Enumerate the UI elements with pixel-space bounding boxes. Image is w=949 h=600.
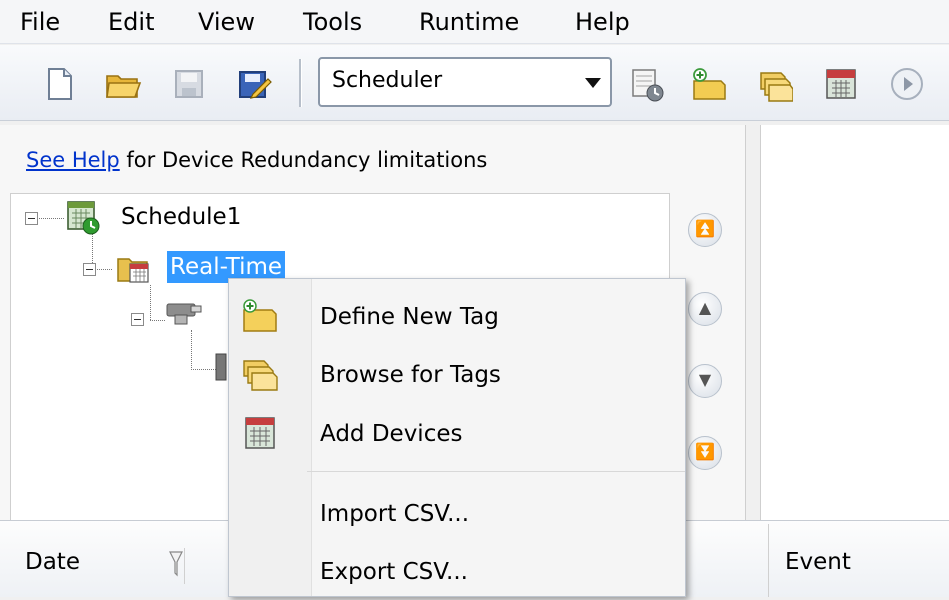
menu-tools[interactable]: Tools (303, 6, 362, 38)
tree-collapse-button[interactable] (25, 212, 38, 225)
menu-edit[interactable]: Edit (108, 6, 154, 38)
tree-connector (37, 218, 64, 219)
right-pane (760, 125, 949, 520)
context-menu-label: Define New Tag (320, 304, 499, 330)
column-header-date[interactable]: Date (25, 549, 80, 575)
context-menu-item-browse-for-tags[interactable]: Browse for Tags (230, 347, 686, 403)
menu-bar: File Edit View Tools Runtime Help (0, 0, 949, 44)
context-menu-item-add-devices[interactable]: Add Devices (230, 406, 686, 462)
context-menu-label: Browse for Tags (320, 362, 501, 388)
open-folder-icon[interactable] (104, 65, 142, 103)
context-menu-item-define-new-tag[interactable]: Define New Tag (230, 289, 686, 345)
scheduler-dropdown[interactable]: Scheduler (318, 57, 612, 107)
schedule-icon[interactable] (628, 65, 666, 103)
menu-help[interactable]: Help (575, 6, 630, 38)
tree-connector (150, 320, 165, 321)
save-as-icon[interactable] (235, 65, 273, 103)
filter-icon[interactable] (167, 548, 185, 580)
menu-runtime[interactable]: Runtime (419, 6, 519, 38)
see-help-link[interactable]: See Help (26, 148, 120, 172)
save-icon[interactable] (170, 65, 208, 103)
tree-collapse-button[interactable] (131, 313, 144, 326)
chevron-down-icon (585, 78, 601, 88)
define-tag-icon[interactable] (690, 65, 728, 103)
context-menu-separator (307, 471, 685, 472)
device-child-icon (215, 353, 227, 381)
device-node-icon (166, 303, 202, 325)
schedule-node-icon (67, 201, 100, 235)
context-menu-item-import-csv[interactable]: Import CSV... (230, 486, 686, 542)
add-devices-icon (245, 417, 275, 449)
play-icon[interactable] (888, 65, 926, 103)
new-document-icon[interactable] (40, 65, 78, 103)
column-divider (184, 548, 185, 584)
define-tag-icon (243, 299, 277, 332)
tree-connector (191, 369, 216, 370)
context-menu-label: Export CSV... (320, 559, 468, 585)
context-menu-item-export-csv[interactable]: Export CSV... (230, 544, 686, 600)
context-menu: Define New Tag Browse for Tags Add Devic… (228, 278, 686, 597)
tree-connector (191, 330, 192, 370)
help-message: See Help for Device Redundancy limitatio… (26, 145, 487, 175)
move-bottom-button[interactable]: ⏬ (688, 436, 722, 470)
double-down-arrow-icon: ⏬ (695, 442, 715, 461)
add-devices-icon[interactable] (822, 65, 860, 103)
move-up-button[interactable]: ▲ (688, 292, 722, 326)
context-menu-label: Import CSV... (320, 501, 470, 527)
tree-connector (150, 285, 151, 320)
column-header-event[interactable]: Event (785, 549, 851, 575)
context-menu-label: Add Devices (320, 421, 463, 447)
column-divider (768, 524, 769, 597)
tree-node-schedule1[interactable]: Schedule1 (121, 201, 241, 233)
move-down-button[interactable]: ▼ (688, 364, 722, 398)
combo-value: Scheduler (332, 68, 443, 93)
move-top-button[interactable]: ⏫ (688, 213, 722, 247)
help-text: for Device Redundancy limitations (119, 148, 488, 172)
menu-file[interactable]: File (20, 6, 60, 38)
down-arrow-icon: ▼ (698, 370, 712, 389)
double-up-arrow-icon: ⏫ (695, 219, 715, 238)
up-arrow-icon: ▲ (698, 298, 712, 317)
menu-view[interactable]: View (198, 6, 255, 38)
browse-tags-icon[interactable] (755, 65, 793, 103)
browse-tags-icon (243, 360, 278, 391)
tree-collapse-button[interactable] (83, 263, 96, 276)
realtime-folder-icon (117, 258, 149, 283)
